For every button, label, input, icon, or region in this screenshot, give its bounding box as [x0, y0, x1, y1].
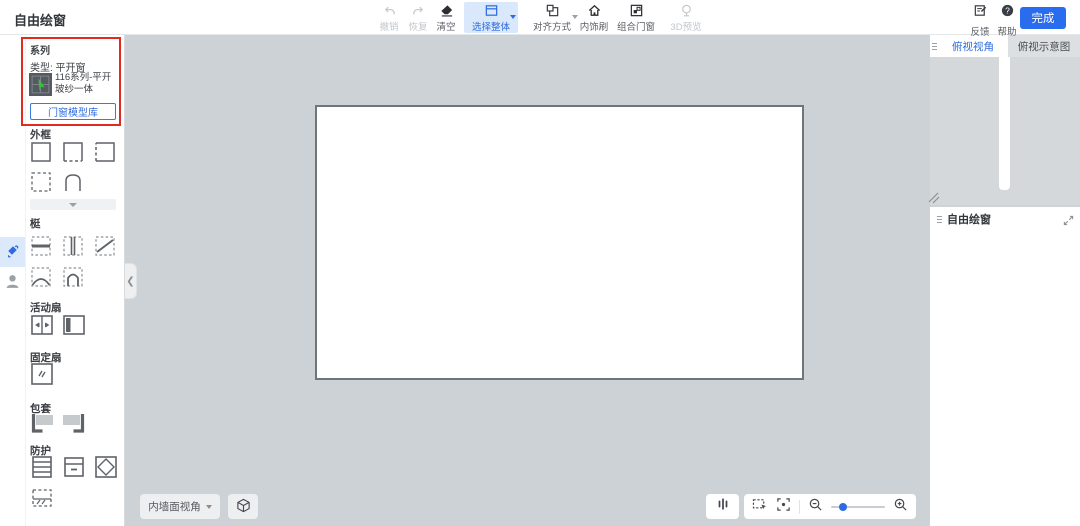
rail-divider [25, 35, 26, 526]
window-outline-shape[interactable] [315, 105, 804, 380]
inner-brush-label: 内饰刷 [579, 21, 609, 33]
select-whole-button[interactable]: 选择整体 [464, 2, 518, 33]
mullion-diagonal-icon[interactable] [94, 235, 116, 262]
wall-view-dropdown[interactable]: 内墙面视角 [140, 494, 220, 519]
casing-left-icon[interactable] [30, 412, 54, 439]
wall-view-label: 内墙面视角 [148, 501, 201, 513]
combine-window-label: 组合门窗 [616, 21, 655, 33]
eraser-icon [439, 3, 454, 18]
free-draw-drag-handle-icon[interactable] [937, 215, 942, 223]
free-draw-panel-title: 自由绘窗 [947, 214, 991, 226]
zoom-controls-group [744, 494, 916, 519]
redo-button[interactable]: 恢复 [404, 2, 432, 33]
expand-panel-icon[interactable] [1063, 213, 1074, 231]
zoom-slider[interactable] [830, 502, 885, 511]
combine-window-button[interactable]: 组合门窗 [614, 2, 658, 33]
inner-brush-button[interactable]: 内饰刷 [576, 2, 612, 33]
guard-louver-icon[interactable] [30, 455, 54, 484]
help-label: 帮助 [997, 27, 1017, 38]
preview-3d-icon [679, 3, 694, 18]
feedback-label: 反馈 [970, 27, 990, 38]
right-column: 俯视视角 俯视示意图 自由绘窗 [928, 35, 1080, 526]
series-thumbnail[interactable] [29, 73, 52, 101]
undo-icon [382, 3, 397, 18]
model-library-button[interactable]: 门窗模型库 [30, 103, 116, 120]
section-outer-frame-label: 外框 [30, 129, 51, 141]
top-view-drag-handle-icon[interactable] [930, 35, 938, 57]
tab-top-schematic[interactable]: 俯视示意图 [1008, 35, 1080, 57]
zoom-in-icon[interactable] [893, 497, 908, 517]
free-draw-panel-header: 自由绘窗 [930, 207, 1080, 231]
select-whole-label: 选择整体 [471, 21, 510, 33]
zoom-slider-handle[interactable] [838, 502, 847, 511]
draw-window-tool-icon[interactable] [4, 242, 21, 264]
finish-button[interactable]: 完成 [1020, 7, 1066, 29]
mullion-horizontal-icon[interactable] [30, 235, 52, 262]
undo-label: 撤销 [379, 21, 399, 33]
redo-icon [411, 3, 426, 18]
feedback-icon [973, 3, 988, 23]
panel-collapse-handle[interactable]: ❮ [125, 263, 137, 299]
redo-label: 恢复 [408, 21, 428, 33]
wall-view-caret-icon [205, 504, 212, 509]
select-whole-caret-icon[interactable] [510, 15, 516, 19]
frame-rect-dashed-bottom-icon[interactable] [62, 141, 84, 168]
divider [799, 499, 800, 514]
house-brush-icon [587, 3, 602, 18]
frame-rect-dashed-left-icon[interactable] [94, 141, 116, 168]
align-icon [545, 3, 560, 18]
fit-center-icon[interactable] [776, 497, 791, 517]
select-frame-icon [484, 3, 499, 18]
left-panel: 系列 类型: 平开窗 116系列-平开玻纱一体 门窗模型库 外框 梃 活动扇 固… [0, 35, 125, 526]
preview-3d-button[interactable]: 3D预览 [664, 2, 708, 33]
help-button[interactable]: ? 帮助 [994, 3, 1020, 38]
frame-arch-icon[interactable] [62, 171, 84, 198]
dimension-button[interactable] [706, 494, 739, 519]
undo-button[interactable]: 撤销 [375, 2, 403, 33]
series-model-name: 116系列-平开玻纱一体 [55, 72, 112, 95]
guard-hatch-icon[interactable] [30, 486, 54, 515]
top-header: 自由绘窗 撤销 恢复 清空 选择整体 对齐方式 内饰刷 组合门窗 3D预览 反馈… [0, 0, 1080, 38]
frame-dashed-icon[interactable] [30, 171, 52, 198]
page-title: 自由绘窗 [14, 13, 67, 28]
mullion-arc-icon[interactable] [30, 266, 52, 293]
section-mullion-label: 梃 [30, 218, 41, 230]
top-view-tabs: 俯视视角 俯视示意图 [930, 35, 1080, 57]
guard-rail-icon[interactable] [62, 455, 86, 484]
align-button[interactable]: 对齐方式 [524, 2, 580, 33]
align-label: 对齐方式 [532, 21, 571, 33]
sash-double-casement-icon[interactable] [30, 313, 54, 342]
outer-frame-collapse-button[interactable] [30, 199, 116, 210]
user-icon[interactable] [4, 273, 21, 295]
marquee-select-icon[interactable] [752, 497, 768, 517]
clear-button[interactable]: 清空 [432, 2, 460, 33]
frame-rect-icon[interactable] [30, 141, 52, 168]
feedback-button[interactable]: 反馈 [966, 3, 994, 38]
preview-3d-label: 3D预览 [670, 21, 702, 33]
fixed-sash-icon[interactable] [30, 362, 54, 391]
view-cube-button[interactable] [228, 494, 258, 519]
clear-label: 清空 [436, 21, 456, 33]
top-view-panel: 俯视视角 俯视示意图 [928, 35, 1080, 205]
help-icon: ? [1000, 3, 1015, 23]
app-window: 自由绘窗 撤销 恢复 清空 选择整体 对齐方式 内饰刷 组合门窗 3D预览 反馈… [0, 0, 1080, 526]
casing-right-icon[interactable] [62, 412, 86, 439]
vertical-bars-icon [716, 497, 730, 516]
series-section-title: 系列 [30, 46, 50, 57]
zoom-out-icon[interactable] [808, 497, 823, 517]
free-draw-panel: 自由绘窗 [930, 207, 1080, 526]
sash-door-icon[interactable] [62, 313, 86, 342]
guard-diamond-icon[interactable] [94, 455, 118, 484]
cube-icon [236, 498, 251, 516]
mullion-vertical-icon[interactable] [62, 235, 84, 262]
mullion-arch-icon[interactable] [62, 266, 84, 293]
tab-top-view[interactable]: 俯视视角 [938, 35, 1008, 57]
svg-text:?: ? [1005, 5, 1010, 15]
combine-icon [629, 3, 644, 18]
top-view-wall-strip [999, 57, 1010, 190]
